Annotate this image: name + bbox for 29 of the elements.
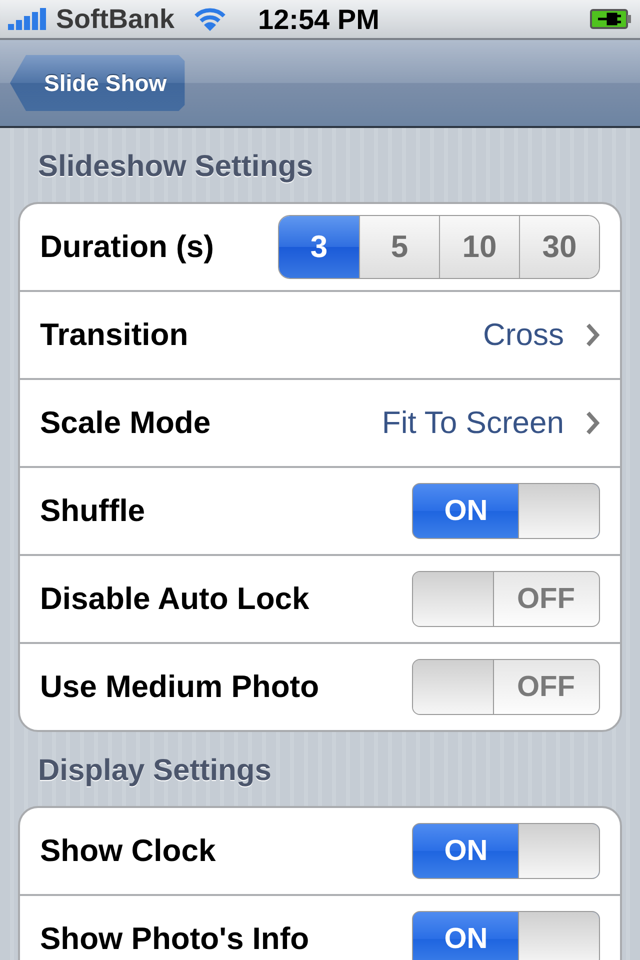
setting-label: Shuffle: [40, 493, 146, 529]
toggle-switch[interactable]: ON: [412, 911, 600, 960]
section-header: Display Settings: [37, 753, 272, 789]
setting-label: Show Clock: [40, 833, 217, 869]
toggle-switch[interactable]: ON: [412, 483, 600, 539]
setting-label: Disable Auto Lock: [40, 581, 310, 617]
setting-label: Duration (s): [40, 229, 215, 265]
battery-icon: [590, 8, 632, 30]
setting-label: Scale Mode: [40, 405, 212, 441]
toggle-switch[interactable]: OFF: [412, 571, 600, 627]
toggle-switch[interactable]: OFF: [412, 659, 600, 715]
signal-icon: [8, 8, 48, 30]
segment-tab[interactable]: 3: [279, 216, 359, 278]
segment-tab[interactable]: 5: [359, 216, 439, 278]
carrier-name: SoftBank: [56, 4, 175, 34]
setting-label: Transition: [40, 317, 190, 353]
wifi-icon: [192, 6, 227, 32]
setting-value: Cross: [483, 317, 564, 353]
chevron-icon: [586, 323, 600, 347]
segment-tab[interactable]: 30: [519, 216, 599, 278]
setting-label: Use Medium Photo: [40, 669, 320, 705]
chevron-icon: [586, 411, 600, 435]
setting-label: Show Photo's Info: [40, 921, 310, 957]
back-button[interactable]: Slide Show: [10, 55, 185, 111]
segment-tab[interactable]: 10: [439, 216, 519, 278]
setting-value: Fit To Screen: [382, 405, 564, 441]
toggle-switch[interactable]: ON: [412, 823, 600, 879]
section-header: Slideshow Settings: [37, 149, 314, 185]
status-time: 12:54 PM: [258, 4, 380, 36]
